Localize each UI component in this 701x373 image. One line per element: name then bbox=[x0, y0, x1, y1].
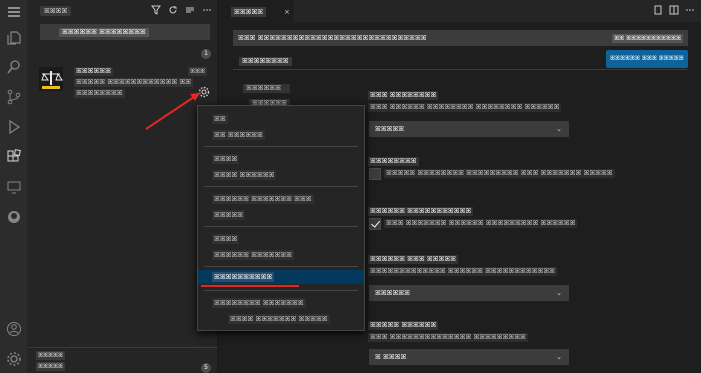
account-icon[interactable] bbox=[5, 320, 23, 338]
setting-item: ꕤꕤꕤꕤꕤꕤꕤꕤ ꕤꕤꕤꕤꕤ ꕤꕤꕤꕤꕤꕤꕤꕤ ꕤꕤꕤꕤꕤꕤꕤꕤꕤ ꕤꕤꕤ ꕤꕤ… bbox=[368, 156, 615, 178]
source-control-icon[interactable] bbox=[5, 88, 23, 106]
setting-title: ꕤꕤꕤꕤꕤꕤ ꕤꕤꕤ ꕤꕤꕤꕤꕤ bbox=[368, 255, 458, 264]
menu-item-label: ꕤꕤꕤꕤꕤ bbox=[212, 210, 246, 220]
sidebar-header: ꕤꕤꕤꕤ bbox=[28, 0, 218, 22]
menu-separator bbox=[204, 226, 358, 227]
setting-description: ꕤꕤꕤ ꕤꕤꕤꕤꕤꕤ ꕤꕤꕤꕤꕤꕤꕤꕤ ꕤꕤꕤꕤꕤꕤꕤꕤ ꕤꕤꕤꕤꕤꕤ bbox=[368, 103, 562, 112]
setting-item: ꕤꕤꕤꕤꕤꕤ ꕤꕤꕤ ꕤꕤꕤꕤꕤ ꕤꕤꕤꕤꕤꕤꕤꕤꕤꕤꕤꕤꕤ ꕤꕤꕤꕤꕤꕤ ꕤꕤ… bbox=[368, 254, 557, 276]
editor-tab-bar: ꕤꕤꕤꕤꕤ × bbox=[219, 0, 701, 22]
menu-item[interactable]: ꕤꕤꕤꕤꕤ bbox=[198, 208, 364, 222]
setting-description: ꕤꕤꕤ ꕤꕤꕤꕤꕤꕤꕤꕤꕤꕤꕤꕤꕤꕤ ꕤꕤꕤꕤꕤꕤꕤꕤꕤ bbox=[368, 333, 528, 342]
menu-item[interactable]: ꕤꕤꕤꕤ bbox=[198, 232, 364, 246]
menu-item-label: ꕤꕤꕤꕤ ꕤꕤꕤꕤꕤꕤ bbox=[212, 170, 277, 180]
open-json-icon[interactable] bbox=[653, 5, 663, 15]
setting-description: ꕤꕤꕤꕤꕤꕤꕤꕤꕤꕤꕤꕤꕤ ꕤꕤꕤꕤꕤꕤ ꕤꕤꕤꕤꕤꕤꕤꕤꕤꕤꕤꕤ bbox=[368, 267, 557, 276]
setting-checkbox[interactable] bbox=[369, 168, 381, 180]
setting-title: ꕤꕤꕤꕤꕤꕤ ꕤꕤꕤꕤꕤꕤꕤꕤꕤꕤꕤ bbox=[368, 207, 474, 216]
extension-logo-icon bbox=[39, 67, 63, 91]
menu-item-label: ꕤꕤꕤꕤ bbox=[212, 234, 240, 244]
menu-item-label: ꕤꕤꕤꕤꕤꕤ ꕤꕤꕤꕤꕤꕤꕤ bbox=[212, 250, 294, 260]
menu-separator bbox=[204, 266, 358, 267]
extension-version: ꕤꕤꕤ bbox=[188, 67, 207, 76]
bottom-section[interactable]: ꕤꕤꕤꕤꕤ ꕤꕤꕤꕤꕤ 5 bbox=[28, 347, 218, 373]
section-count-badge: 1 bbox=[201, 49, 211, 59]
activity-bar bbox=[0, 0, 28, 373]
tab-settings[interactable]: ꕤꕤꕤꕤꕤ × bbox=[219, 0, 294, 22]
setting-title: ꕤꕤꕤ ꕤꕤꕤꕤꕤꕤꕤꕤ bbox=[368, 91, 439, 100]
settings-search-input[interactable]: ꕤꕤꕤ ꕤꕤꕤꕤꕤꕤꕤꕤꕤꕤꕤꕤꕤꕤꕤꕤꕤꕤꕤꕤꕤꕤꕤꕤꕤꕤꕤꕤꕤ ꕤꕤ ꕤꕤꕤ… bbox=[233, 30, 688, 46]
menu-item[interactable]: ꕤꕤ ꕤꕤꕤꕤꕤꕤ bbox=[198, 128, 364, 142]
sidebar-title: ꕤꕤꕤꕤ bbox=[40, 6, 72, 16]
setting-description: ꕤꕤꕤꕤꕤ ꕤꕤꕤꕤꕤꕤꕤꕤ ꕤꕤꕤꕤꕤꕤꕤꕤꕤ ꕤꕤꕤ ꕤꕤꕤꕤꕤꕤꕤ ꕤꕤꕤ… bbox=[384, 169, 615, 178]
dropdown-value: ꕤꕤꕤꕤꕤꕤ bbox=[375, 289, 410, 297]
extension-name: ꕤꕤꕤꕤꕤꕤ bbox=[74, 67, 113, 76]
bottom-section-item: ꕤꕤꕤꕤꕤ bbox=[36, 362, 65, 371]
setting-title: ꕤꕤꕤꕤꕤ ꕤꕤꕤꕤꕤꕤ bbox=[368, 321, 439, 330]
chevron-down-icon: ⌄ bbox=[556, 289, 562, 297]
menu-item[interactable]: ꕤꕤ bbox=[198, 112, 364, 126]
toc-item[interactable]: ꕤꕤꕤꕤꕤꕤ bbox=[243, 84, 290, 93]
menu-separator bbox=[204, 290, 358, 291]
more-actions-icon[interactable] bbox=[202, 5, 212, 15]
menu-item[interactable]: ꕤꕤꕤꕤ ꕤꕤꕤꕤꕤꕤ bbox=[198, 168, 364, 182]
menu-item-label: ꕤꕤ bbox=[212, 114, 228, 124]
extensions-sidebar: ꕤꕤꕤꕤ ꕤꕤꕤꕤꕤꕤ ꕤꕤꕤꕤꕤꕤꕤꕤ 1 ꕤꕤꕤꕤꕤꕤ ꕤꕤꕤ ꕤꕤꕤꕤꕤ … bbox=[28, 0, 218, 373]
filter-icon[interactable] bbox=[151, 5, 161, 15]
split-editor-icon[interactable] bbox=[669, 5, 679, 15]
menu-item-label: ꕤꕤꕤꕤꕤꕤꕤꕤ ꕤꕤꕤꕤꕤꕤꕤ bbox=[212, 298, 306, 308]
dropdown-value: ꕤꕤꕤꕤꕤ bbox=[375, 125, 405, 133]
explorer-icon[interactable] bbox=[5, 29, 23, 47]
run-debug-icon[interactable] bbox=[5, 118, 23, 136]
manage-gear-icon[interactable] bbox=[5, 350, 23, 368]
tab-user-settings[interactable]: ꕤꕤꕤꕤꕤꕤꕤꕤ bbox=[239, 57, 292, 66]
settings-search-value: ꕤꕤꕤ ꕤꕤꕤꕤꕤꕤꕤꕤꕤꕤꕤꕤꕤꕤꕤꕤꕤꕤꕤꕤꕤꕤꕤꕤꕤꕤꕤꕤꕤ bbox=[238, 34, 427, 42]
setting-dropdown[interactable]: ꕤꕤꕤꕤꕤꕤ ⌄ bbox=[369, 285, 569, 301]
bottom-section-label: ꕤꕤꕤꕤꕤ bbox=[36, 351, 65, 360]
setting-item: ꕤꕤꕤꕤꕤ ꕤꕤꕤꕤꕤꕤ ꕤꕤꕤ ꕤꕤꕤꕤꕤꕤꕤꕤꕤꕤꕤꕤꕤꕤ ꕤꕤꕤꕤꕤꕤꕤꕤ… bbox=[368, 320, 528, 342]
backup-sync-button[interactable]: ꕤꕤꕤꕤꕤꕤ ꕤꕤꕤ ꕤꕤꕤꕤꕤ bbox=[606, 50, 688, 68]
menu-icon[interactable] bbox=[5, 3, 23, 21]
menu-item-label: ꕤꕤ ꕤꕤꕤꕤꕤꕤ bbox=[212, 130, 265, 140]
extension-publisher: ꕤꕤꕤꕤꕤꕤꕤꕤ bbox=[74, 89, 125, 98]
search-icon[interactable] bbox=[5, 58, 23, 76]
menu-item[interactable]: ꕤꕤꕤꕤ bbox=[198, 152, 364, 166]
setting-checkbox-checked[interactable] bbox=[369, 218, 381, 230]
setting-dropdown[interactable]: ꕤꕤꕤꕤꕤ ⌄ bbox=[369, 121, 569, 137]
menu-item[interactable]: ꕤꕤꕤꕤꕤꕤ ꕤꕤꕤꕤꕤꕤꕤ bbox=[198, 248, 364, 262]
menu-separator bbox=[204, 186, 358, 187]
menu-item[interactable]: ꕤꕤꕤꕤꕤꕤ ꕤꕤꕤꕤꕤꕤꕤ ꕤꕤꕤ bbox=[198, 192, 364, 206]
menu-item-extension-settings[interactable]: ꕤꕤꕤꕤꕤꕤꕤꕤꕤꕤ bbox=[198, 270, 364, 284]
chevron-down-icon: ⌄ bbox=[556, 125, 562, 133]
refresh-icon[interactable] bbox=[168, 5, 178, 15]
github-icon[interactable] bbox=[5, 208, 23, 226]
search-value: ꕤꕤꕤꕤꕤꕤ ꕤꕤꕤꕤꕤꕤꕤꕤ bbox=[59, 28, 149, 37]
menu-item[interactable]: ꕤꕤꕤꕤ ꕤꕤꕤꕤꕤꕤꕤ ꕤꕤꕤꕤꕤ bbox=[198, 312, 364, 326]
tab-close-icon[interactable]: × bbox=[281, 7, 293, 17]
bottom-count-badge: 5 bbox=[201, 363, 211, 373]
remote-explorer-icon[interactable] bbox=[5, 178, 23, 196]
clear-icon[interactable] bbox=[185, 5, 195, 15]
menu-item-label: ꕤꕤꕤꕤ bbox=[212, 154, 240, 164]
setting-title: ꕤꕤꕤꕤꕤꕤꕤꕤ bbox=[368, 157, 419, 166]
menu-item-label: ꕤꕤꕤꕤ ꕤꕤꕤꕤꕤꕤꕤ ꕤꕤꕤꕤꕤ bbox=[228, 314, 330, 324]
annotation-underline bbox=[201, 285, 299, 287]
menu-item-label: ꕤꕤꕤꕤꕤꕤ ꕤꕤꕤꕤꕤꕤꕤ ꕤꕤꕤ bbox=[212, 194, 314, 204]
setting-dropdown[interactable]: ꕤ ꕤꕤꕤꕤ ⌄ bbox=[369, 349, 569, 365]
setting-item: ꕤꕤꕤꕤꕤꕤ ꕤꕤꕤꕤꕤꕤꕤꕤꕤꕤꕤ ꕤꕤꕤ ꕤꕤꕤꕤꕤꕤꕤ ꕤꕤꕤꕤꕤꕤ ꕤꕤ… bbox=[368, 206, 578, 228]
editor-more-icon[interactable] bbox=[685, 5, 695, 15]
backup-sync-label: ꕤꕤꕤꕤꕤꕤ ꕤꕤꕤ ꕤꕤꕤꕤꕤ bbox=[610, 55, 684, 62]
extensions-icon[interactable] bbox=[5, 148, 23, 166]
menu-separator bbox=[204, 146, 358, 147]
tab-settings-label: ꕤꕤꕤꕤꕤ bbox=[231, 7, 267, 17]
dropdown-value: ꕤ ꕤꕤꕤꕤ bbox=[375, 353, 407, 361]
chevron-down-icon: ⌄ bbox=[556, 353, 562, 361]
installed-section-header[interactable]: 1 bbox=[28, 48, 218, 60]
menu-item-label: ꕤꕤꕤꕤꕤꕤꕤꕤꕤꕤ bbox=[212, 272, 275, 282]
setting-item: ꕤꕤꕤ ꕤꕤꕤꕤꕤꕤꕤꕤ ꕤꕤꕤ ꕤꕤꕤꕤꕤꕤ ꕤꕤꕤꕤꕤꕤꕤꕤ ꕤꕤꕤꕤꕤꕤꕤ… bbox=[368, 90, 562, 112]
setting-description: ꕤꕤꕤ ꕤꕤꕤꕤꕤꕤꕤ ꕤꕤꕤꕤꕤꕤ ꕤꕤꕤꕤꕤꕤꕤꕤꕤ ꕤꕤꕤꕤꕤꕤ bbox=[384, 219, 578, 228]
settings-search-count: ꕤꕤ ꕤꕤꕤꕤꕤꕤꕤꕤꕤꕤꕤ bbox=[612, 34, 683, 43]
extension-context-menu: ꕤꕤ ꕤꕤ ꕤꕤꕤꕤꕤꕤ ꕤꕤꕤꕤ ꕤꕤꕤꕤ ꕤꕤꕤꕤꕤꕤ ꕤꕤꕤꕤꕤꕤ ꕤꕤꕤ… bbox=[197, 105, 365, 331]
menu-item[interactable]: ꕤꕤꕤꕤꕤꕤꕤꕤ ꕤꕤꕤꕤꕤꕤꕤ bbox=[198, 296, 364, 310]
extension-search-input[interactable]: ꕤꕤꕤꕤꕤꕤ ꕤꕤꕤꕤꕤꕤꕤꕤ bbox=[40, 24, 210, 40]
